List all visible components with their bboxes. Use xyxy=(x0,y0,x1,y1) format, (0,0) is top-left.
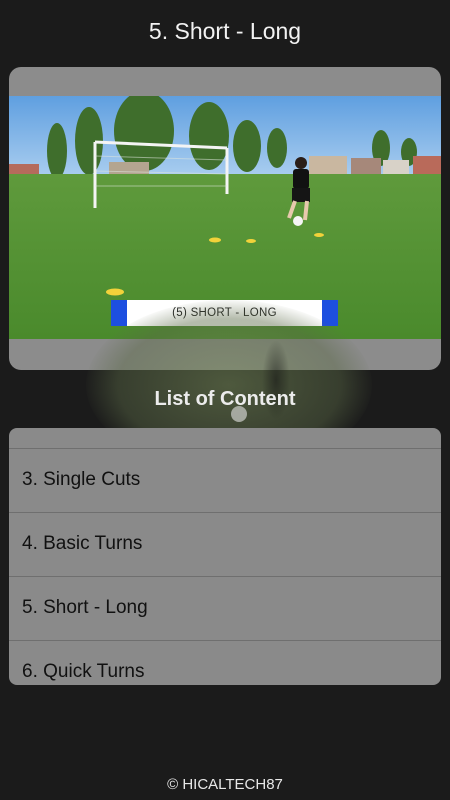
list-item-short-long[interactable]: 5. Short - Long xyxy=(9,576,441,640)
list-item-basic-turns[interactable]: 4. Basic Turns xyxy=(9,512,441,576)
list-item-quick-turns[interactable]: 6. Quick Turns xyxy=(9,640,441,685)
copyright-footer: © HICALTECH87 xyxy=(167,776,283,793)
list-item-label: 3. Single Cuts xyxy=(22,469,141,490)
list-item-label: 6. Quick Turns xyxy=(22,661,145,682)
page-title: 5. Short - Long xyxy=(148,18,302,44)
list-item-label: 5. Short - Long xyxy=(22,597,148,618)
list-item[interactable] xyxy=(9,428,441,448)
list-item-label: 4. Basic Turns xyxy=(22,533,143,554)
section-heading: List of Content xyxy=(154,388,296,410)
content-list[interactable]: 3. Single Cuts 4. Basic Turns 5. Short -… xyxy=(9,428,441,685)
list-item-single-cuts[interactable]: 3. Single Cuts xyxy=(9,448,441,512)
